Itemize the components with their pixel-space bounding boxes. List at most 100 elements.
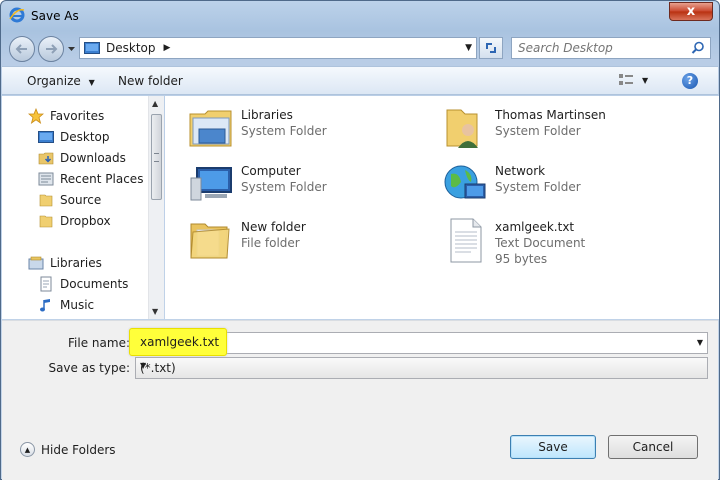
refresh-icon [486,43,496,53]
nav-item-label: Music [60,298,95,312]
file-item-thomas-martinsen[interactable]: Thomas Martinsen System Folder [441,104,606,152]
view-details-icon [619,74,633,85]
new-folder-button[interactable]: New folder [118,74,183,88]
recent-locations-dropdown-icon[interactable] [67,44,76,53]
chevron-down-icon: ▼ [88,78,95,87]
nav-item-source[interactable]: Source [38,191,101,209]
nav-item-label: Documents [60,277,129,291]
file-name: New folder [241,220,306,234]
forward-arrow-icon [46,44,58,54]
save-as-type-label: Save as type: [48,361,130,375]
desktop-icon [38,129,54,145]
file-type: Text Document [495,236,586,250]
breadcrumb-chevron-icon[interactable]: ▶ [164,43,171,53]
file-name-input[interactable] [136,333,676,353]
nav-item-recent-places[interactable]: Recent Places [38,170,143,188]
file-list: Libraries System Folder Thomas Martinsen… [165,96,719,319]
star-icon [28,108,44,124]
chevron-down-icon[interactable]: ▼ [697,338,703,347]
nav-item-downloads[interactable]: Downloads [38,149,126,167]
libraries-icon [189,110,232,147]
organize-menu[interactable]: Organize ▼ [27,74,95,88]
favorites-label: Favorites [50,109,105,123]
save-form: File name: ▼ xamlgeek.txt Save as type: … [2,320,718,480]
scroll-down-arrow-icon[interactable]: ▼ [152,307,158,316]
nav-item-desktop[interactable]: Desktop [38,128,110,146]
recent-places-icon [38,171,54,187]
file-item-computer[interactable]: Computer System Folder [187,160,327,208]
file-item-xamlgeek-txt[interactable]: xamlgeek.txt Text Document 95 bytes [441,216,585,267]
network-icon [444,165,486,199]
command-toolbar: Organize ▼ New folder ▼ ? [2,66,718,95]
window-title: Save As [31,9,79,23]
internet-explorer-icon [9,7,25,23]
navigation-scrollbar[interactable]: ▲ ▼ [148,96,164,319]
save-as-type-select[interactable]: (*.txt) ▼ [135,357,708,379]
libraries-label: Libraries [50,256,102,270]
nav-item-documents[interactable]: Documents [38,275,128,293]
file-item-network[interactable]: Network System Folder [441,160,581,208]
nav-item-label: Desktop [60,130,110,144]
file-name: Network [495,164,546,178]
file-name-label: File name: [68,336,130,350]
nav-item-label: Source [60,193,102,207]
back-arrow-icon [15,44,27,54]
file-item-new-folder[interactable]: New folder File folder [187,216,306,264]
file-name-field[interactable]: ▼ [135,332,708,354]
file-name: Thomas Martinsen [495,108,606,122]
search-input[interactable] [512,38,682,58]
file-name: Computer [241,164,301,178]
cancel-button[interactable]: Cancel [608,435,698,459]
file-name: xamlgeek.txt [495,220,575,234]
file-type: System Folder [495,124,581,138]
address-dropdown-icon[interactable]: ▼ [465,43,472,53]
help-button[interactable]: ? [682,73,698,89]
change-view-button[interactable]: ▼ [618,73,648,87]
title-bar: Save As x [1,1,719,31]
file-type: File folder [241,236,300,250]
address-location[interactable]: Desktop [106,41,156,55]
search-icon[interactable] [691,41,705,55]
scrollbar-thumb[interactable] [151,114,162,200]
save-button[interactable]: Save [510,435,596,459]
file-type: System Folder [241,180,327,194]
hide-folders-label: Hide Folders [41,442,116,457]
file-name: Libraries [241,108,293,122]
back-button[interactable] [9,36,35,62]
folder-icon [190,223,230,259]
nav-item-label: Dropbox [60,214,111,228]
downloads-folder-icon [38,150,54,166]
scroll-up-arrow-icon[interactable]: ▲ [152,99,158,108]
file-type: System Folder [495,180,581,194]
computer-icon [190,167,232,201]
documents-icon [38,276,54,292]
favorites-header[interactable]: Favorites [28,107,104,125]
file-item-libraries[interactable]: Libraries System Folder [187,104,327,152]
chevron-down-icon: ▼ [140,361,147,370]
navigation-pane: Favorites Desktop Downloads Recent Place… [2,96,164,319]
folder-icon [38,192,54,208]
libraries-icon [28,255,44,271]
nav-item-label: Downloads [60,151,126,165]
organize-label: Organize [27,74,81,88]
user-folder-icon [446,109,478,148]
music-icon [38,297,54,313]
chevron-down-icon: ▼ [642,75,649,85]
refresh-button[interactable] [479,37,503,59]
chevron-up-icon: ▲ [20,442,35,457]
address-bar[interactable]: Desktop ▶ ▼ [79,37,477,59]
libraries-header[interactable]: Libraries [28,254,102,272]
desktop-icon [84,42,100,54]
close-button[interactable]: x [669,2,713,21]
file-size: 95 bytes [495,252,548,266]
dropbox-folder-icon [38,213,54,229]
nav-item-dropbox[interactable]: Dropbox [38,212,111,230]
forward-button[interactable] [38,36,64,62]
search-box[interactable] [511,37,711,59]
hide-folders-button[interactable]: ▲ Hide Folders [20,442,116,457]
save-as-dialog: Save As x Desktop ▶ ▼ Organize ▼ [0,0,720,480]
nav-item-label: Recent Places [60,172,144,186]
text-file-icon [450,218,482,263]
nav-item-music[interactable]: Music [38,296,94,314]
file-type: System Folder [241,124,327,138]
